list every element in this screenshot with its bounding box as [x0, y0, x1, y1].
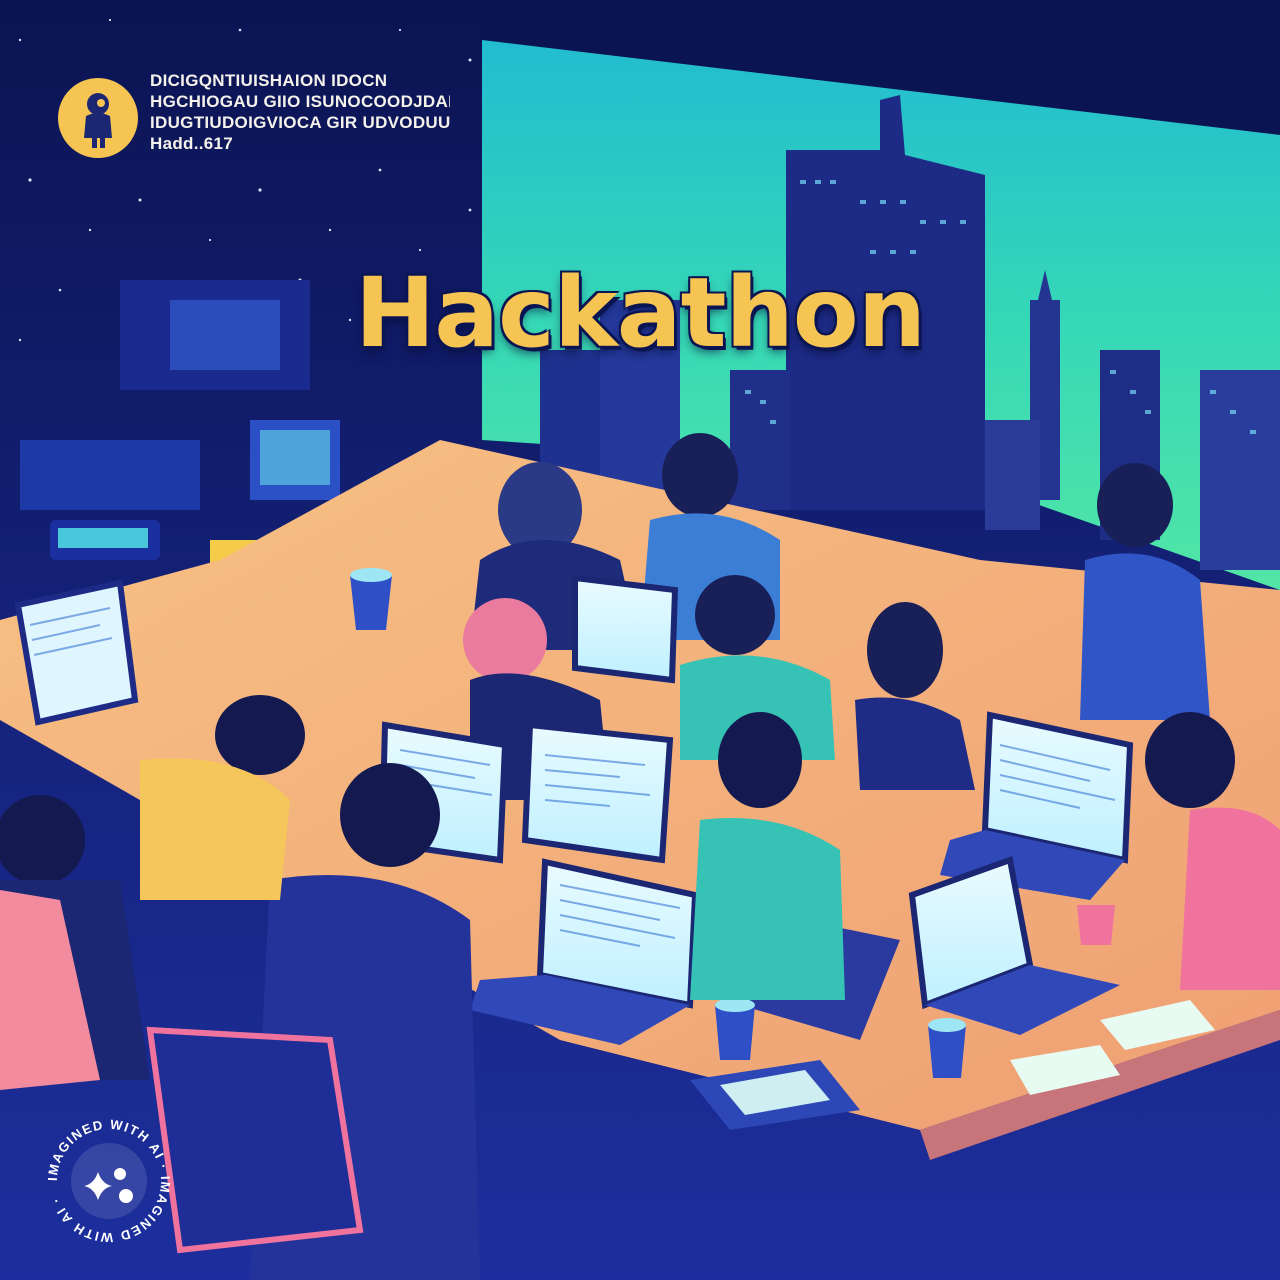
imagined-with-ai-badge: IMAGINED WITH AI · IMAGINED WITH AI · [45, 1117, 172, 1246]
scene [0, 0, 1280, 1280]
header-text-block: DICIGQNTIUISHAION IDOCN HGCHIOGAU GIIO I… [150, 70, 450, 154]
hackathon-illustration: DICIGQNTIUISHAION IDOCN HGCHIOGAU GIIO I… [0, 0, 1280, 1280]
page-title: Hackathon [354, 257, 926, 369]
header-line-3: IDUGTIUDOIGVIOCA GIR UDVODUUGN [150, 113, 450, 132]
header-line-1: DICIGQNTIUISHAION IDOCN [150, 71, 388, 90]
astronaut-logo-icon [58, 78, 138, 158]
header-line-4: Hadd..617 [150, 134, 234, 153]
header-line-2: HGCHIOGAU GIIO ISUNOCOODJDAMDN [150, 92, 450, 111]
